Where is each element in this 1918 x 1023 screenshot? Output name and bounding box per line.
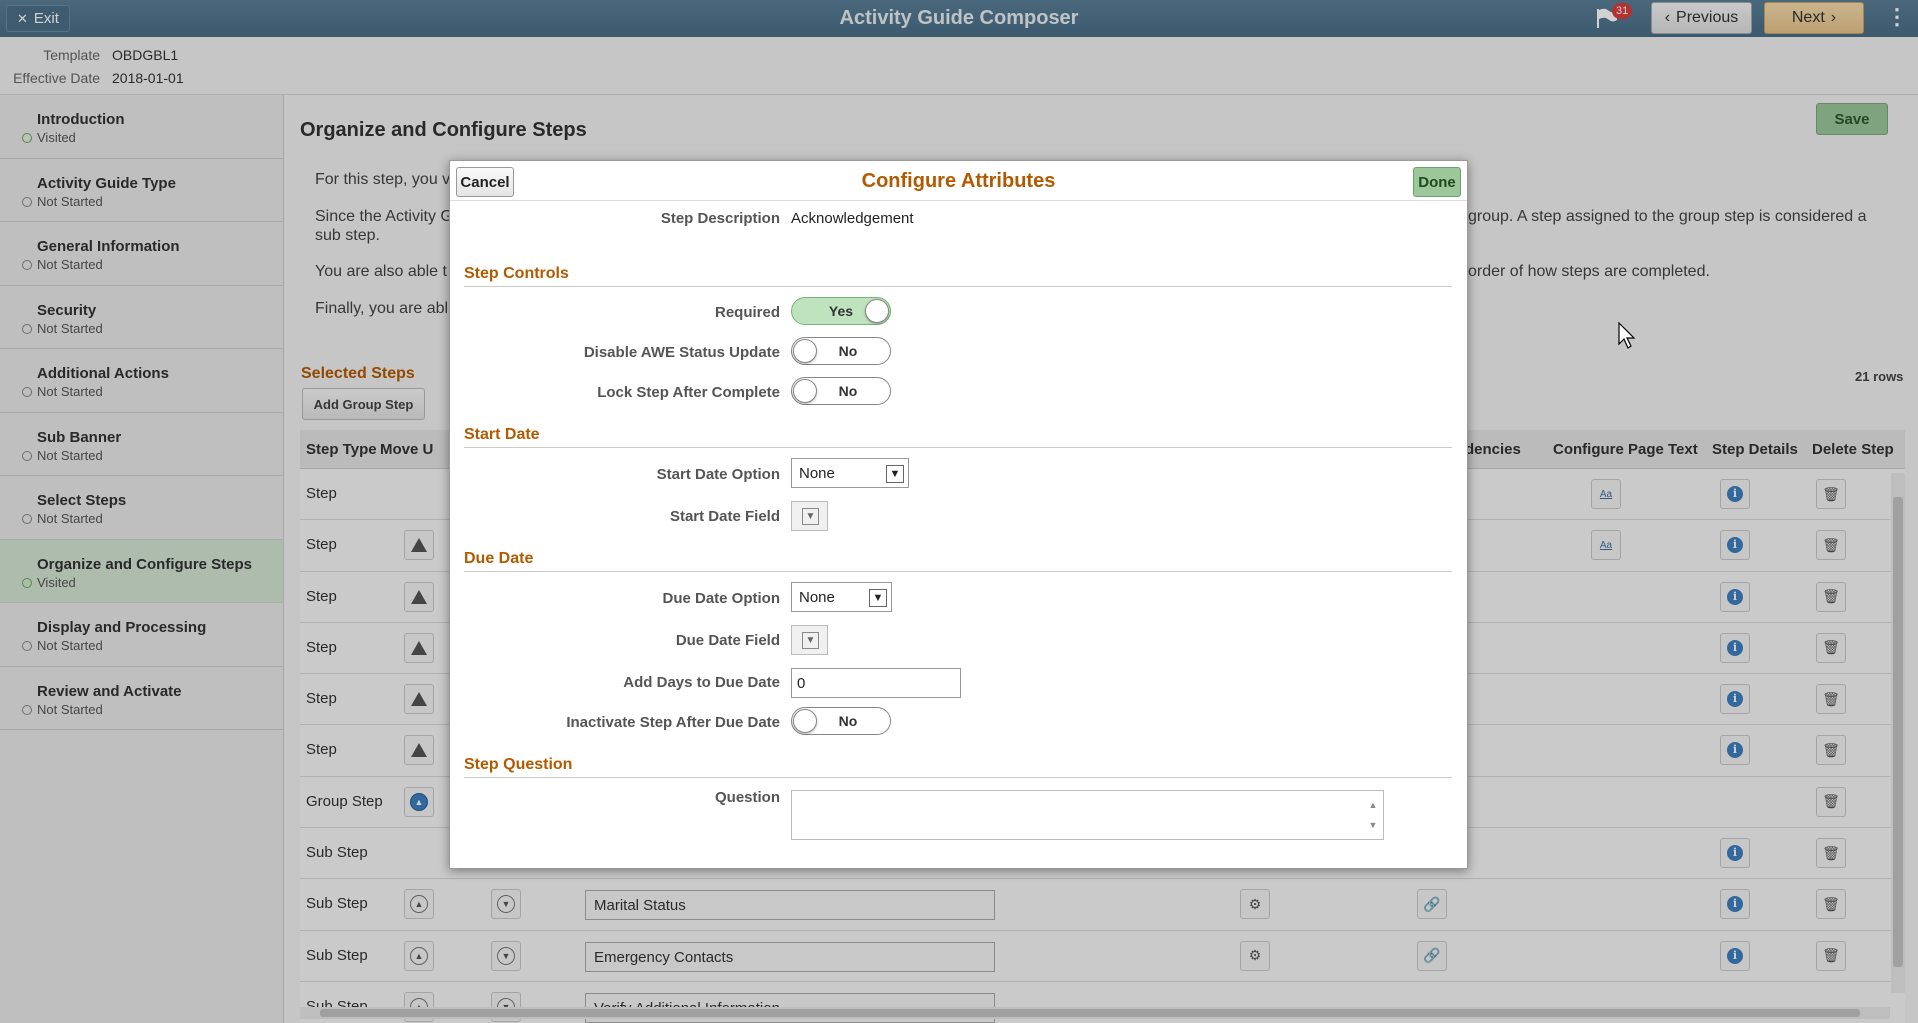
due-date-option-select[interactable]: None ▼ xyxy=(791,582,892,612)
step-description-label: Step Description xyxy=(660,210,780,227)
due-date-field-select[interactable]: ▼ xyxy=(791,625,828,655)
required-label: Required xyxy=(714,304,780,321)
toggle-text: No xyxy=(838,343,858,359)
disable-awe-label: Disable AWE Status Update xyxy=(583,344,780,361)
question-textarea[interactable]: ▲ ▼ xyxy=(791,790,1384,840)
due-date-option-label: Due Date Option xyxy=(662,590,780,607)
start-date-field-select[interactable]: ▼ xyxy=(791,501,828,531)
chevron-down-icon: ▼ xyxy=(802,632,819,649)
due-date-heading: Due Date xyxy=(464,550,1452,572)
step-question-heading: Step Question xyxy=(464,756,1452,778)
mouse-cursor-icon xyxy=(1618,322,1636,349)
toggle-text: No xyxy=(838,713,858,729)
disable-awe-toggle[interactable]: No xyxy=(791,337,891,365)
configure-attributes-modal: Cancel Configure Attributes Done Step De… xyxy=(449,160,1468,869)
step-controls-heading: Step Controls xyxy=(464,265,1452,287)
add-days-input[interactable]: 0 xyxy=(791,668,961,698)
step-description-value: Acknowledgement xyxy=(791,210,914,227)
done-button[interactable]: Done xyxy=(1413,167,1461,197)
modal-title: Configure Attributes xyxy=(861,170,1056,192)
chevron-down-icon: ▼ xyxy=(802,508,819,525)
start-date-field-label: Start Date Field xyxy=(669,508,780,525)
add-days-label: Add Days to Due Date xyxy=(623,674,780,691)
chevron-down-icon: ▼ xyxy=(869,589,887,607)
required-toggle[interactable]: Yes xyxy=(791,297,891,325)
start-date-option-label: Start Date Option xyxy=(656,466,780,483)
lock-step-toggle[interactable]: No xyxy=(791,377,891,405)
select-value: None xyxy=(799,465,835,482)
select-value: None xyxy=(799,589,835,606)
start-date-option-select[interactable]: None ▼ xyxy=(791,458,909,488)
inactivate-step-toggle[interactable]: No xyxy=(791,707,891,735)
inactivate-step-label: Inactivate Step After Due Date xyxy=(566,714,780,731)
question-label: Question xyxy=(714,789,780,806)
toggle-knob xyxy=(865,299,889,323)
start-date-heading: Start Date xyxy=(464,426,1452,448)
due-date-field-label: Due Date Field xyxy=(675,632,780,649)
toggle-text: No xyxy=(838,383,858,399)
modal-header: Cancel Configure Attributes Done xyxy=(450,161,1467,201)
textarea-scrollbar[interactable]: ▲ ▼ xyxy=(1367,795,1379,835)
lock-step-label: Lock Step After Complete xyxy=(597,384,780,401)
chevron-down-icon: ▼ xyxy=(886,465,904,483)
